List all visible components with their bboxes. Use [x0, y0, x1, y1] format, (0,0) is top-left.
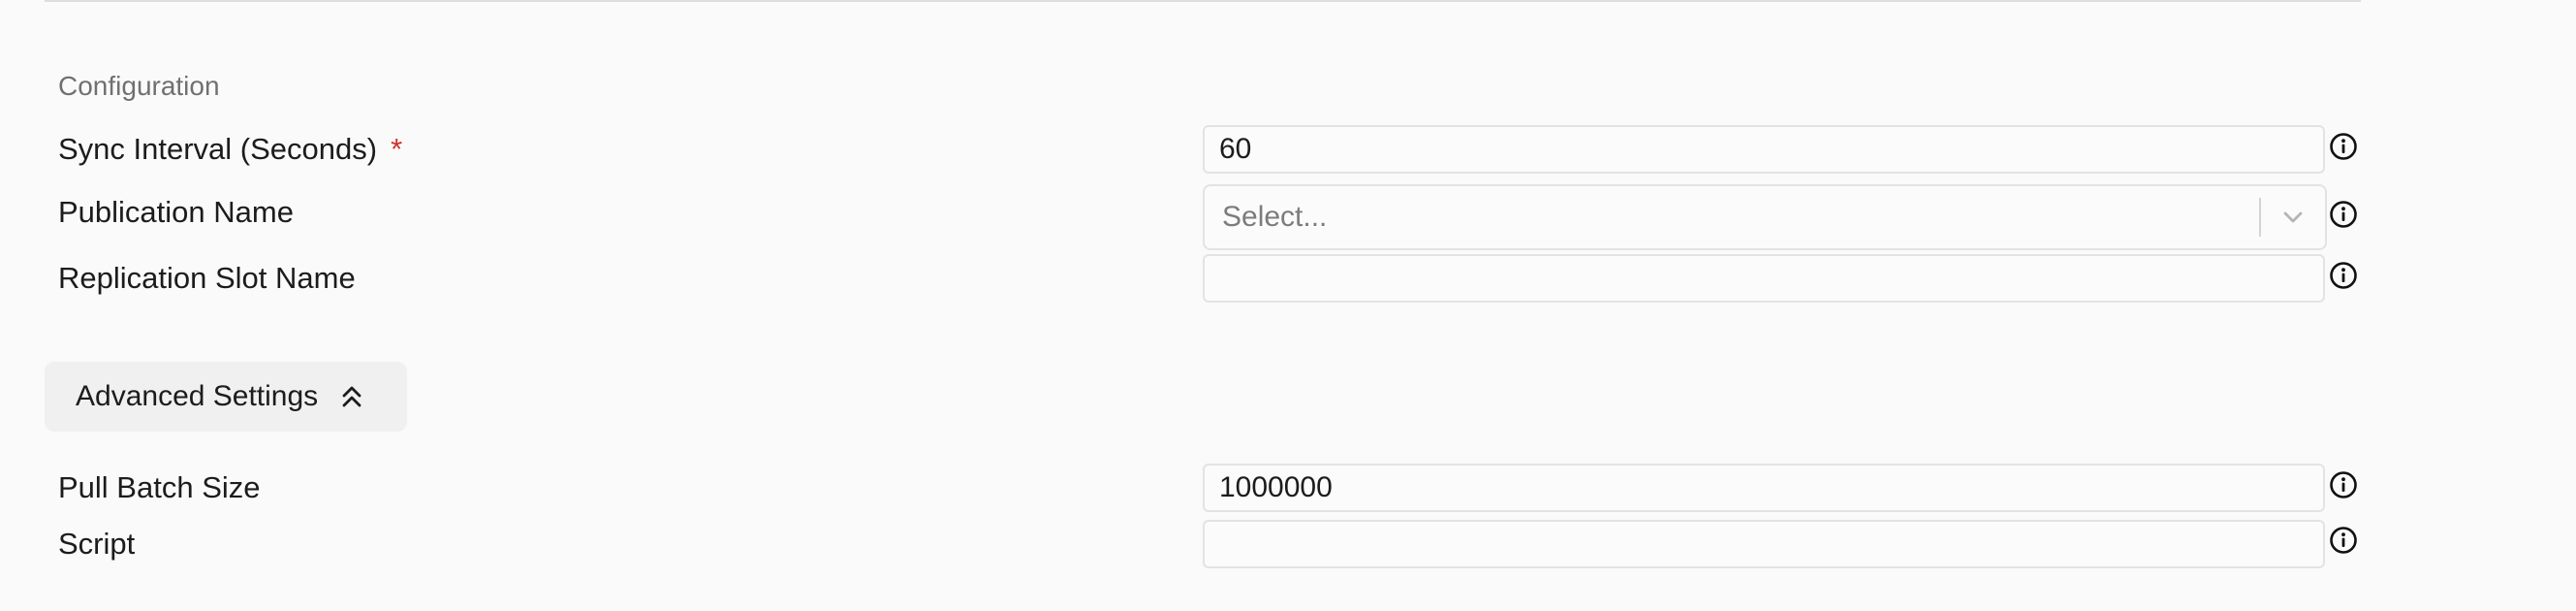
pull-batch-size-label: Pull Batch Size	[58, 470, 261, 504]
publication-name-select[interactable]: Select...	[1203, 184, 2327, 250]
sync-interval-label-text: Sync Interval (Seconds)	[58, 132, 378, 166]
chevron-down-icon[interactable]	[2261, 185, 2325, 249]
script-input[interactable]	[1203, 520, 2325, 568]
required-asterisk: *	[391, 132, 403, 166]
top-divider	[45, 0, 2361, 2]
advanced-settings-toggle[interactable]: Advanced Settings	[45, 362, 407, 432]
configuration-heading: Configuration	[58, 71, 220, 101]
info-icon[interactable]	[2329, 526, 2358, 555]
info-icon[interactable]	[2329, 200, 2358, 229]
sync-interval-input[interactable]: 60	[1203, 125, 2325, 174]
chevrons-up-icon	[342, 386, 361, 407]
info-icon[interactable]	[2329, 470, 2358, 499]
publication-name-placeholder: Select...	[1222, 201, 1328, 233]
configuration-panel: Configuration Sync Interval (Seconds) * 6…	[0, 0, 2576, 611]
info-icon[interactable]	[2329, 132, 2358, 161]
publication-name-label: Publication Name	[58, 195, 294, 229]
info-icon[interactable]	[2329, 261, 2358, 290]
pull-batch-size-input[interactable]: 1000000	[1203, 464, 2325, 512]
replication-slot-name-label: Replication Slot Name	[58, 261, 356, 295]
replication-slot-name-input[interactable]	[1203, 254, 2325, 303]
advanced-settings-label: Advanced Settings	[76, 380, 319, 412]
script-label: Script	[58, 527, 136, 561]
sync-interval-label: Sync Interval (Seconds) *	[58, 130, 402, 169]
